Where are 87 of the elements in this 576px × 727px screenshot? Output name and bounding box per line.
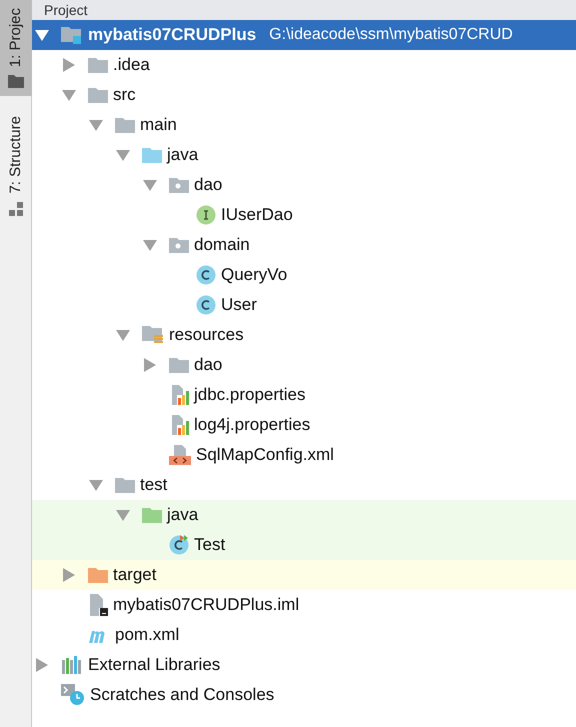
tree-item-label: External Libraries: [88, 654, 220, 676]
xml-file-icon: [169, 445, 191, 465]
class-icon: [196, 265, 216, 285]
tree-row[interactable]: SqlMapConfig.xml: [32, 440, 576, 470]
tree-item-label: Test: [194, 534, 226, 556]
tree-item-label: java: [167, 504, 198, 526]
tree-item-label: User: [221, 294, 257, 316]
collapse-arrow-icon[interactable]: [62, 88, 76, 102]
scratches-icon: [61, 684, 85, 706]
structure-icon: [8, 202, 24, 216]
resources-folder-icon: [142, 325, 164, 345]
tree-item-label: test: [140, 474, 168, 496]
folder-icon: [142, 147, 162, 163]
tree-row[interactable]: dao: [32, 170, 576, 200]
tree-item-label: dao: [194, 174, 222, 196]
collapse-arrow-icon[interactable]: [116, 148, 130, 162]
tree-item-label: main: [140, 114, 177, 136]
collapse-arrow-icon[interactable]: [116, 328, 130, 342]
tree-row[interactable]: mybatis07CRUDPlus.iml: [32, 590, 576, 620]
collapse-arrow-icon[interactable]: [89, 478, 103, 492]
folder-icon: [115, 117, 135, 133]
folder-icon: [169, 357, 189, 373]
tree-row[interactable]: QueryVo: [32, 260, 576, 290]
tree-item-label: log4j.properties: [194, 414, 310, 436]
expand-arrow-icon[interactable]: [143, 358, 157, 372]
class-icon: [169, 535, 189, 555]
tree-row[interactable]: test: [32, 470, 576, 500]
expand-arrow-icon[interactable]: [62, 58, 76, 72]
tree-item-label: IUserDao: [221, 204, 293, 226]
tree-row[interactable]: domain: [32, 230, 576, 260]
properties-file-icon: [169, 385, 189, 405]
properties-file-icon: [169, 415, 189, 435]
module-path: G:\ideacode\ssm\mybatis07CRUD: [269, 25, 513, 45]
collapse-arrow-icon[interactable]: [143, 238, 157, 252]
expand-arrow-icon[interactable]: [62, 568, 76, 582]
tree-item-label: java: [167, 144, 198, 166]
tree-row[interactable]: java: [32, 500, 576, 530]
class-icon: [196, 295, 216, 315]
folder-icon: [8, 75, 24, 88]
tree-row[interactable]: External Libraries: [32, 650, 576, 680]
tree-row[interactable]: Scratches and Consoles: [32, 680, 576, 710]
folder-icon: [88, 567, 108, 583]
expand-arrow-icon[interactable]: [35, 658, 49, 672]
folder-icon: [115, 477, 135, 493]
tree-row[interactable]: User: [32, 290, 576, 320]
tree-item-label: mybatis07CRUDPlus: [88, 24, 256, 46]
tool-window-tab[interactable]: 1: Projec: [0, 0, 32, 96]
tree-row[interactable]: src: [32, 80, 576, 110]
tree-item-label: pom.xml: [115, 624, 180, 646]
folder-icon: [142, 507, 162, 523]
folder-icon: [169, 237, 189, 253]
tool-window-tab[interactable]: 7: Structure: [0, 108, 32, 224]
tree-row[interactable]: java: [32, 140, 576, 170]
collapse-arrow-icon[interactable]: [116, 508, 130, 522]
folder-icon: [88, 87, 108, 103]
tree-row[interactable]: Test: [32, 530, 576, 560]
tree-row[interactable]: log4j.properties: [32, 410, 576, 440]
tree-row[interactable]: mybatis07CRUDPlus G:\ideacode\ssm\mybatis07CRUD: [32, 20, 576, 50]
tree-item-label: Scratches and Consoles: [90, 684, 274, 706]
tree-item-label: QueryVo: [221, 264, 288, 286]
panel-title: Project: [44, 2, 88, 18]
tree-item-label: .idea: [113, 54, 150, 76]
tree-item-label: jdbc.properties: [194, 384, 306, 406]
tree-row[interactable]: dao: [32, 350, 576, 380]
tree-item-label: SqlMapConfig.xml: [196, 444, 334, 466]
tree-row[interactable]: resources: [32, 320, 576, 350]
tree-row[interactable]: jdbc.properties: [32, 380, 576, 410]
interface-icon: [196, 205, 216, 225]
tree-row[interactable]: pom.xml: [32, 620, 576, 650]
module-file-icon: [88, 594, 108, 616]
tree-item-label: target: [113, 564, 156, 586]
tree-row[interactable]: IUserDao: [32, 200, 576, 230]
tree-item-label: resources: [169, 324, 244, 346]
module-folder-icon: [61, 26, 83, 44]
tree-row[interactable]: main: [32, 110, 576, 140]
folder-icon: [169, 177, 189, 193]
tree-row[interactable]: .idea: [32, 50, 576, 80]
tree-item-label: src: [113, 84, 136, 106]
tree-item-label: mybatis07CRUDPlus.iml: [113, 594, 300, 616]
collapse-arrow-icon[interactable]: [143, 178, 157, 192]
tree-row[interactable]: target: [32, 560, 576, 590]
collapse-arrow-icon[interactable]: [89, 118, 103, 132]
collapse-arrow-icon[interactable]: [35, 28, 49, 42]
libraries-icon: [61, 656, 83, 674]
tree-item-label: domain: [194, 234, 250, 256]
tree-item-label: dao: [194, 354, 222, 376]
folder-icon: [88, 57, 108, 73]
